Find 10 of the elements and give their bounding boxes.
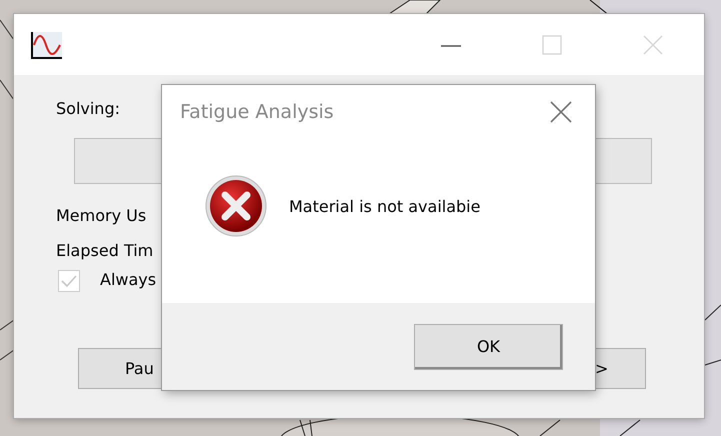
dialog-title: Fatigue Analysis <box>180 101 335 123</box>
solving-label: Solving: <box>56 99 120 118</box>
ok-button[interactable]: OK <box>414 324 563 370</box>
memory-usage-label: Memory Us <box>56 206 146 225</box>
checkbox-label: Always <box>100 270 156 289</box>
error-icon <box>204 174 268 238</box>
error-message: Material is not availabie <box>289 196 480 216</box>
close-icon[interactable] <box>549 100 573 124</box>
elapsed-time-label: Elapsed Tim <box>56 241 154 260</box>
sine-wave-icon <box>31 30 63 58</box>
